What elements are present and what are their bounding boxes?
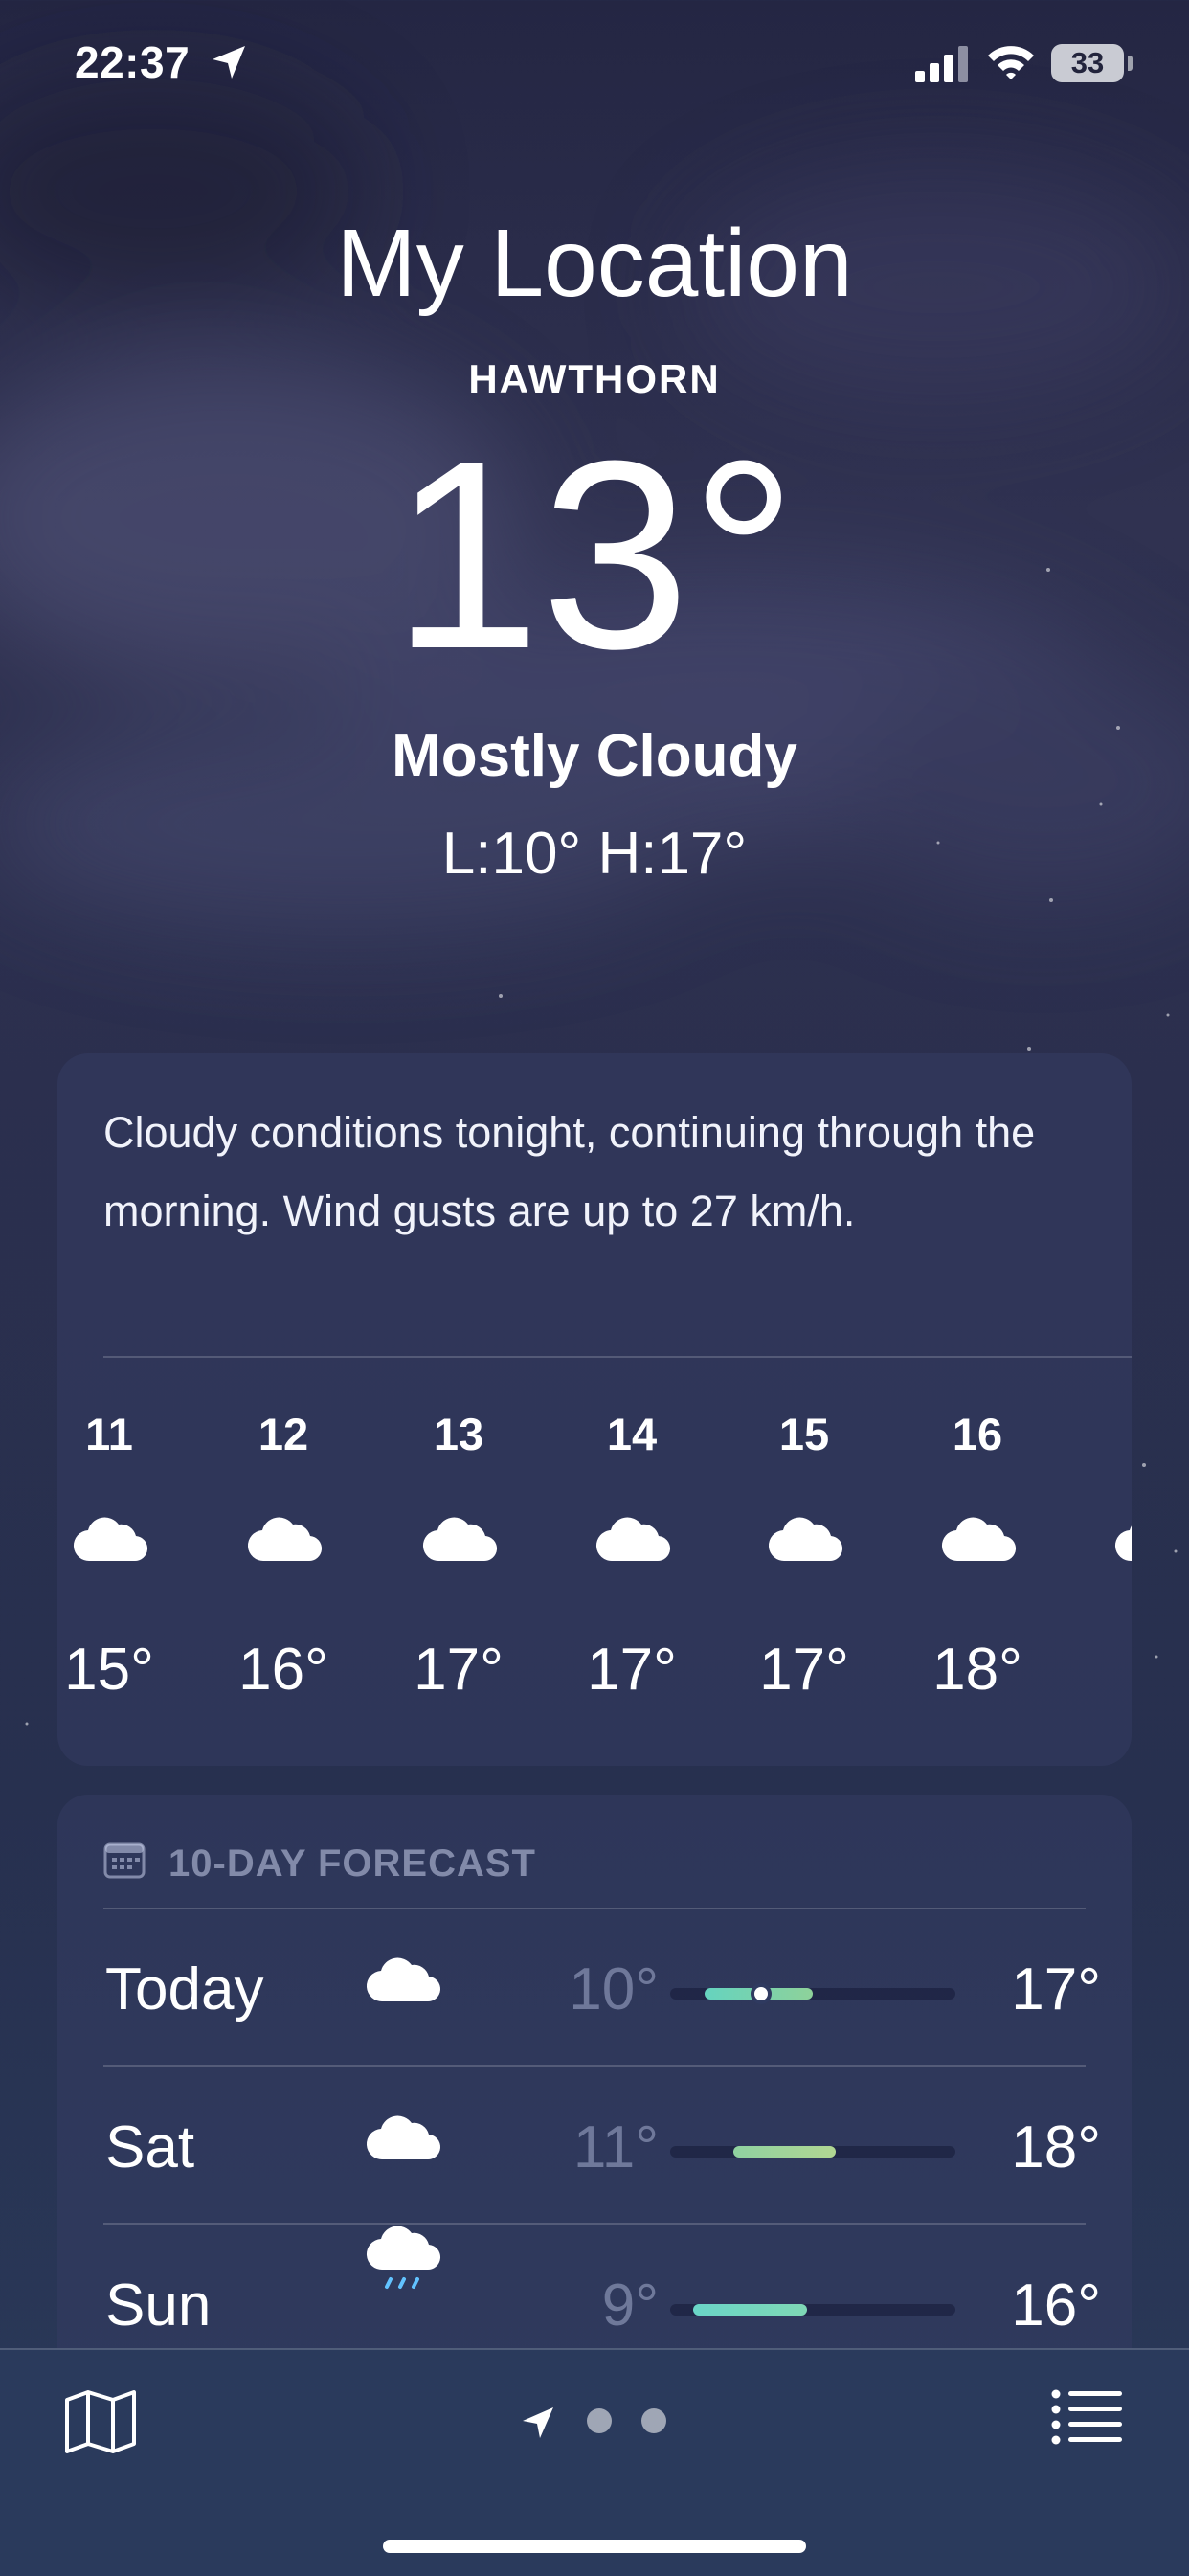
bottom-toolbar xyxy=(0,2348,1189,2576)
hour-temperature: 1 xyxy=(1065,1636,1132,1704)
temperature-range-bar xyxy=(670,2146,955,2158)
cloud-rain-icon xyxy=(366,2226,442,2303)
hour-label: 14 xyxy=(606,1409,658,1459)
cloud-icon xyxy=(422,1513,499,1568)
hour-temperature: 18° xyxy=(932,1637,1022,1703)
hour-label: 16 xyxy=(952,1409,1003,1459)
wifi-icon xyxy=(988,46,1034,79)
hour-temperature: 17° xyxy=(759,1637,849,1703)
row-divider xyxy=(103,2223,1086,2225)
calendar-icon xyxy=(103,1842,146,1879)
low-temperature: 10° xyxy=(569,1956,659,2022)
status-time: 22:37 xyxy=(75,37,191,87)
high-temperature: 16° xyxy=(1011,2272,1101,2339)
battery-indicator: 33 xyxy=(1051,44,1124,82)
temperature-range-fill xyxy=(692,2304,808,2316)
hour-label: 11 xyxy=(85,1409,133,1459)
cloud-icon xyxy=(595,1513,672,1568)
high-temperature: 17° xyxy=(1011,1956,1101,2022)
current-condition: Mostly Cloudy xyxy=(392,723,797,789)
temperature-range-bar xyxy=(670,1987,955,2000)
cloud-icon xyxy=(768,1513,844,1568)
hourly-forecast-card[interactable]: Cloudy conditions tonight, continuing th… xyxy=(57,1053,1132,1766)
page-dot[interactable] xyxy=(587,2408,612,2433)
day-name: Sat xyxy=(105,2114,195,2181)
hour-temperature: 17° xyxy=(587,1637,677,1703)
map-icon[interactable] xyxy=(63,2388,138,2455)
cloud-icon xyxy=(1114,1513,1132,1568)
status-bar: 22:37 33 xyxy=(0,0,1189,124)
card-divider xyxy=(103,1356,1132,1358)
cloud-icon xyxy=(941,1513,1018,1568)
cellular-signal-icon xyxy=(915,46,968,82)
current-location-icon xyxy=(523,2407,553,2438)
hour-temperature: 15° xyxy=(64,1637,154,1703)
forecast-row[interactable]: Sat 11° 18° xyxy=(57,2068,1132,2225)
low-temperature: 11° xyxy=(572,2114,659,2181)
day-name: Today xyxy=(105,1956,264,2022)
location-title: My Location xyxy=(336,210,853,317)
row-divider xyxy=(103,2065,1086,2067)
ten-day-forecast-card[interactable]: 10-DAY FORECAST Today10°17°Sat11°18°Sun4… xyxy=(57,1795,1132,2407)
low-temperature: 9° xyxy=(601,2272,659,2339)
low-high-temperature: L:10° H:17° xyxy=(441,821,748,887)
hour-label: 13 xyxy=(433,1409,484,1459)
current-temperature: 13° xyxy=(392,406,797,705)
list-icon[interactable] xyxy=(1051,2388,1124,2446)
forecast-title: 10-DAY FORECAST xyxy=(168,1842,536,1885)
cloud-icon xyxy=(247,1513,324,1568)
hour-label: 12 xyxy=(258,1409,309,1459)
location-arrow-icon xyxy=(213,46,245,79)
weather-summary: Cloudy conditions tonight, continuing th… xyxy=(103,1108,1036,1235)
cloud-icon xyxy=(366,1954,442,2008)
cloud-icon xyxy=(366,2112,442,2166)
location-subtitle: HAWTHORN xyxy=(468,356,721,401)
page-indicator[interactable] xyxy=(517,2402,689,2440)
day-name: Sun xyxy=(105,2272,212,2339)
temperature-range-fill xyxy=(732,2146,836,2158)
hour-label: 15 xyxy=(778,1409,830,1459)
hour-temperature: 17° xyxy=(414,1637,504,1703)
home-indicator[interactable] xyxy=(383,2540,806,2553)
high-temperature: 18° xyxy=(1011,2114,1101,2181)
temperature-range-bar xyxy=(670,2304,955,2316)
page-dot[interactable] xyxy=(641,2408,666,2433)
forecast-row[interactable]: Today 10° 17° xyxy=(57,1909,1132,2067)
hour-temperature: 16° xyxy=(238,1637,328,1703)
battery-nub xyxy=(1128,56,1133,71)
cloud-icon xyxy=(73,1513,149,1568)
